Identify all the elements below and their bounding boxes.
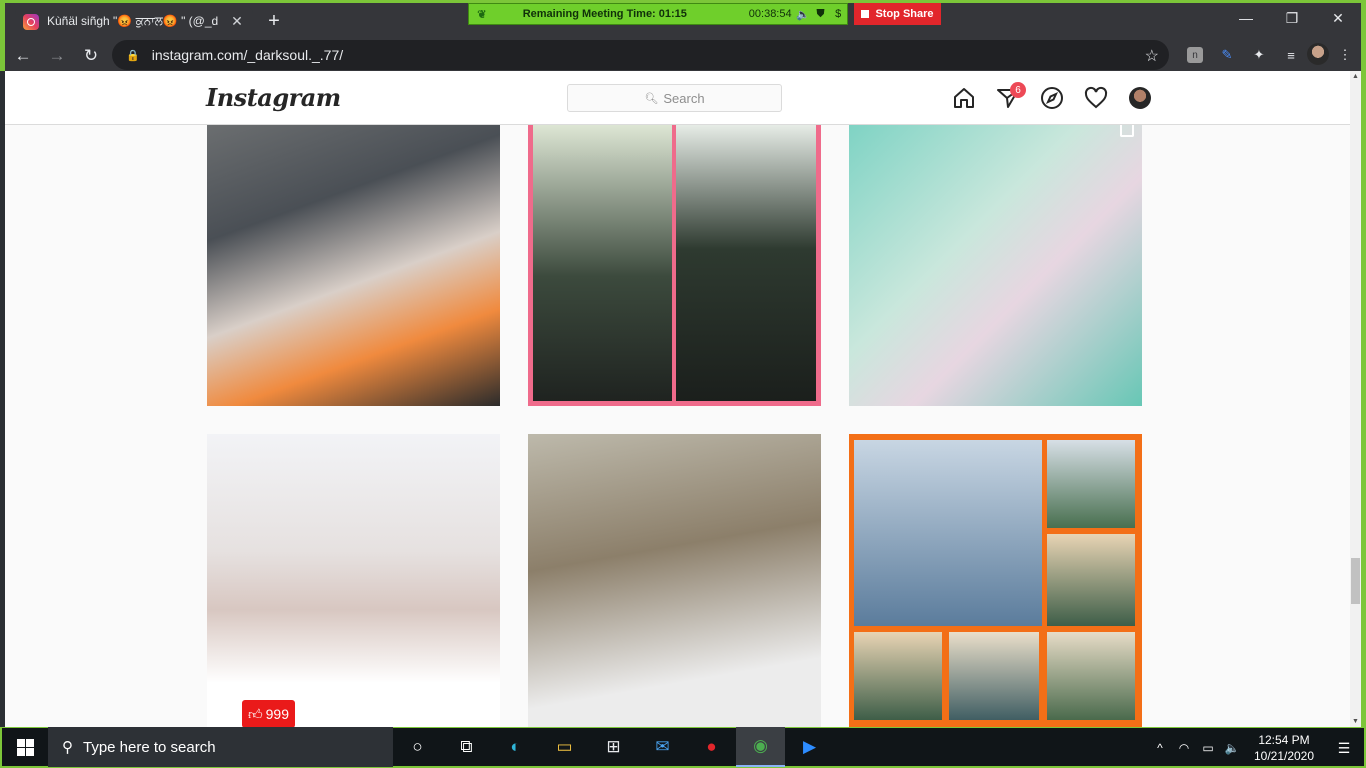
search-input[interactable]: 🔍︎ Search <box>567 84 782 112</box>
taskbar-clock[interactable]: 12:54 PM 10/21/2020 <box>1244 732 1324 764</box>
search-placeholder: Search <box>663 90 705 106</box>
post-thumbnail[interactable]: 👍︎ 999 <box>207 434 500 727</box>
minimize-icon[interactable]: — <box>1223 3 1269 33</box>
network-icon[interactable]: ◠ <box>1172 741 1196 755</box>
search-icon: ⚲ <box>62 739 73 756</box>
show-hidden-icons-icon[interactable]: ^ <box>1148 741 1172 755</box>
direct-messages-icon[interactable]: 6 <box>986 82 1030 111</box>
profile-avatar[interactable] <box>1118 85 1162 111</box>
start-button[interactable] <box>2 727 48 767</box>
media-controls-icon[interactable]: ≡ <box>1275 43 1307 67</box>
tab-close-icon[interactable]: ✕ <box>229 13 245 30</box>
leaf-icon: ❦ <box>477 8 487 21</box>
forward-arrow-icon[interactable]: → <box>41 40 73 72</box>
new-tab-button[interactable]: + <box>263 10 285 33</box>
clock-time: 12:54 PM <box>1258 733 1310 747</box>
extensions-area: n ✎ ✦ ≡ ⋮ <box>1179 43 1361 67</box>
post-thumbnail[interactable] <box>207 125 500 406</box>
extension-n-icon[interactable]: n <box>1187 47 1203 63</box>
windows-logo-icon <box>16 738 34 756</box>
file-explorer-icon[interactable]: ▭ <box>540 727 589 767</box>
thumbs-up-icon: 👍︎ <box>248 705 263 722</box>
like-count-badge: 👍︎ 999 <box>242 700 295 727</box>
meeting-status-panel: ❦ Remaining Meeting Time: 01:15 00:38:54… <box>468 3 848 25</box>
taskbar-search-placeholder: Type here to search <box>83 738 216 756</box>
system-tray: ^ ◠ ▭ 🔈 12:54 PM 10/21/2020 ☰ <box>1148 728 1364 768</box>
edge-icon[interactable]: ◐ <box>491 727 540 767</box>
post-thumbnail[interactable] <box>528 125 821 406</box>
avatar-image <box>1129 87 1151 109</box>
url-text[interactable]: instagram.com/_darksoul._.77/ <box>152 47 343 63</box>
like-count: 999 <box>265 706 289 722</box>
notifications-icon[interactable]: ☰ <box>1324 740 1364 757</box>
dollar-icon[interactable]: $ <box>829 8 847 20</box>
windows-taskbar: ⚲ Type here to search ○ ⧉ ◐ ▭ ⊞ ✉ ● ◉ ▶ … <box>0 727 1366 768</box>
close-window-icon[interactable]: ✕ <box>1315 3 1361 33</box>
taskbar-search-box[interactable]: ⚲ Type here to search <box>48 727 393 767</box>
scroll-up-icon[interactable]: ▲ <box>1352 73 1359 80</box>
scroll-down-icon[interactable]: ▼ <box>1352 718 1359 725</box>
bookmark-star-icon[interactable]: ☆ <box>1145 46 1159 66</box>
lock-icon[interactable]: 🔒 <box>126 49 140 62</box>
restore-icon[interactable]: ❐ <box>1269 3 1315 33</box>
multiple-photos-icon <box>1120 125 1134 137</box>
instagram-favicon-icon <box>23 13 39 30</box>
back-arrow-icon[interactable]: ← <box>7 40 39 72</box>
task-view-icon[interactable]: ⧉ <box>442 727 491 767</box>
meeting-elapsed-time: 00:38:54 <box>748 8 792 20</box>
shield-icon[interactable]: ⛊ <box>812 8 830 21</box>
stop-share-button[interactable]: Stop Share <box>854 3 941 25</box>
tab-strip: Kùñäl siñgh "😡 ਕੁਨਾਲ😡 " (@_d ✕ + ❦ Remai… <box>5 3 1361 37</box>
store-icon[interactable]: ⊞ <box>589 727 638 767</box>
cortana-icon[interactable]: ○ <box>393 727 442 767</box>
browser-chrome: Kùñäl siñgh "😡 ਕੁਨਾਲ😡 " (@_d ✕ + ❦ Remai… <box>0 0 1366 71</box>
scrollbar-thumb[interactable] <box>1351 558 1360 604</box>
browser-tab[interactable]: Kùñäl siñgh "😡 ਕੁਨਾਲ😡 " (@_d ✕ <box>15 6 253 37</box>
zoom-meeting-bar: ❦ Remaining Meeting Time: 01:15 00:38:54… <box>468 3 941 25</box>
tab-title: Kùñäl siñgh "😡 ਕੁਨਾਲ😡 " (@_d <box>47 14 219 28</box>
page-scrollbar[interactable]: ▲ ▼ <box>1350 71 1366 727</box>
home-icon[interactable] <box>942 85 986 111</box>
battery-icon[interactable]: ▭ <box>1196 741 1220 755</box>
activity-heart-icon[interactable] <box>1074 85 1118 111</box>
among-us-icon[interactable]: ● <box>687 727 736 767</box>
menu-dots-icon[interactable]: ⋮ <box>1329 43 1361 67</box>
extension-pen-icon[interactable]: ✎ <box>1211 43 1243 67</box>
instagram-header: Instagram 🔍︎ Search 6 <box>5 71 1350 125</box>
notification-badge: 6 <box>1010 82 1026 98</box>
search-icon: 🔍︎ <box>644 92 659 105</box>
chrome-icon[interactable]: ◉ <box>736 727 785 767</box>
stop-share-label: Stop Share <box>875 8 934 20</box>
profile-avatar-icon[interactable] <box>1307 43 1329 65</box>
clock-date: 10/21/2020 <box>1253 749 1315 763</box>
window-controls: — ❐ ✕ <box>1223 3 1361 33</box>
reload-icon[interactable]: ↻ <box>75 40 107 72</box>
address-bar[interactable]: 🔒 instagram.com/_darksoul._.77/ ☆ <box>112 40 1169 70</box>
stop-square-icon <box>861 10 870 18</box>
volume-icon[interactable]: 🔈 <box>1220 741 1244 755</box>
remaining-meeting-time: Remaining Meeting Time: 01:15 <box>522 8 687 20</box>
instagram-logo[interactable]: Instagram <box>206 83 341 112</box>
web-page: Instagram 🔍︎ Search 6 👍︎ 999 <box>5 71 1350 727</box>
post-thumbnail[interactable] <box>528 434 821 727</box>
mail-icon[interactable]: ✉ <box>638 727 687 767</box>
post-thumbnail[interactable] <box>849 125 1142 406</box>
post-thumbnail[interactable] <box>849 434 1142 727</box>
extensions-puzzle-icon[interactable]: ✦ <box>1243 43 1275 67</box>
instagram-nav: 6 <box>942 82 1162 111</box>
explore-compass-icon[interactable] <box>1030 85 1074 111</box>
browser-toolbar: ← → ↻ 🔒 instagram.com/_darksoul._.77/ ☆ … <box>5 37 1361 74</box>
zoom-icon[interactable]: ▶ <box>785 727 834 767</box>
speaker-icon[interactable]: 🔈 <box>794 8 812 21</box>
